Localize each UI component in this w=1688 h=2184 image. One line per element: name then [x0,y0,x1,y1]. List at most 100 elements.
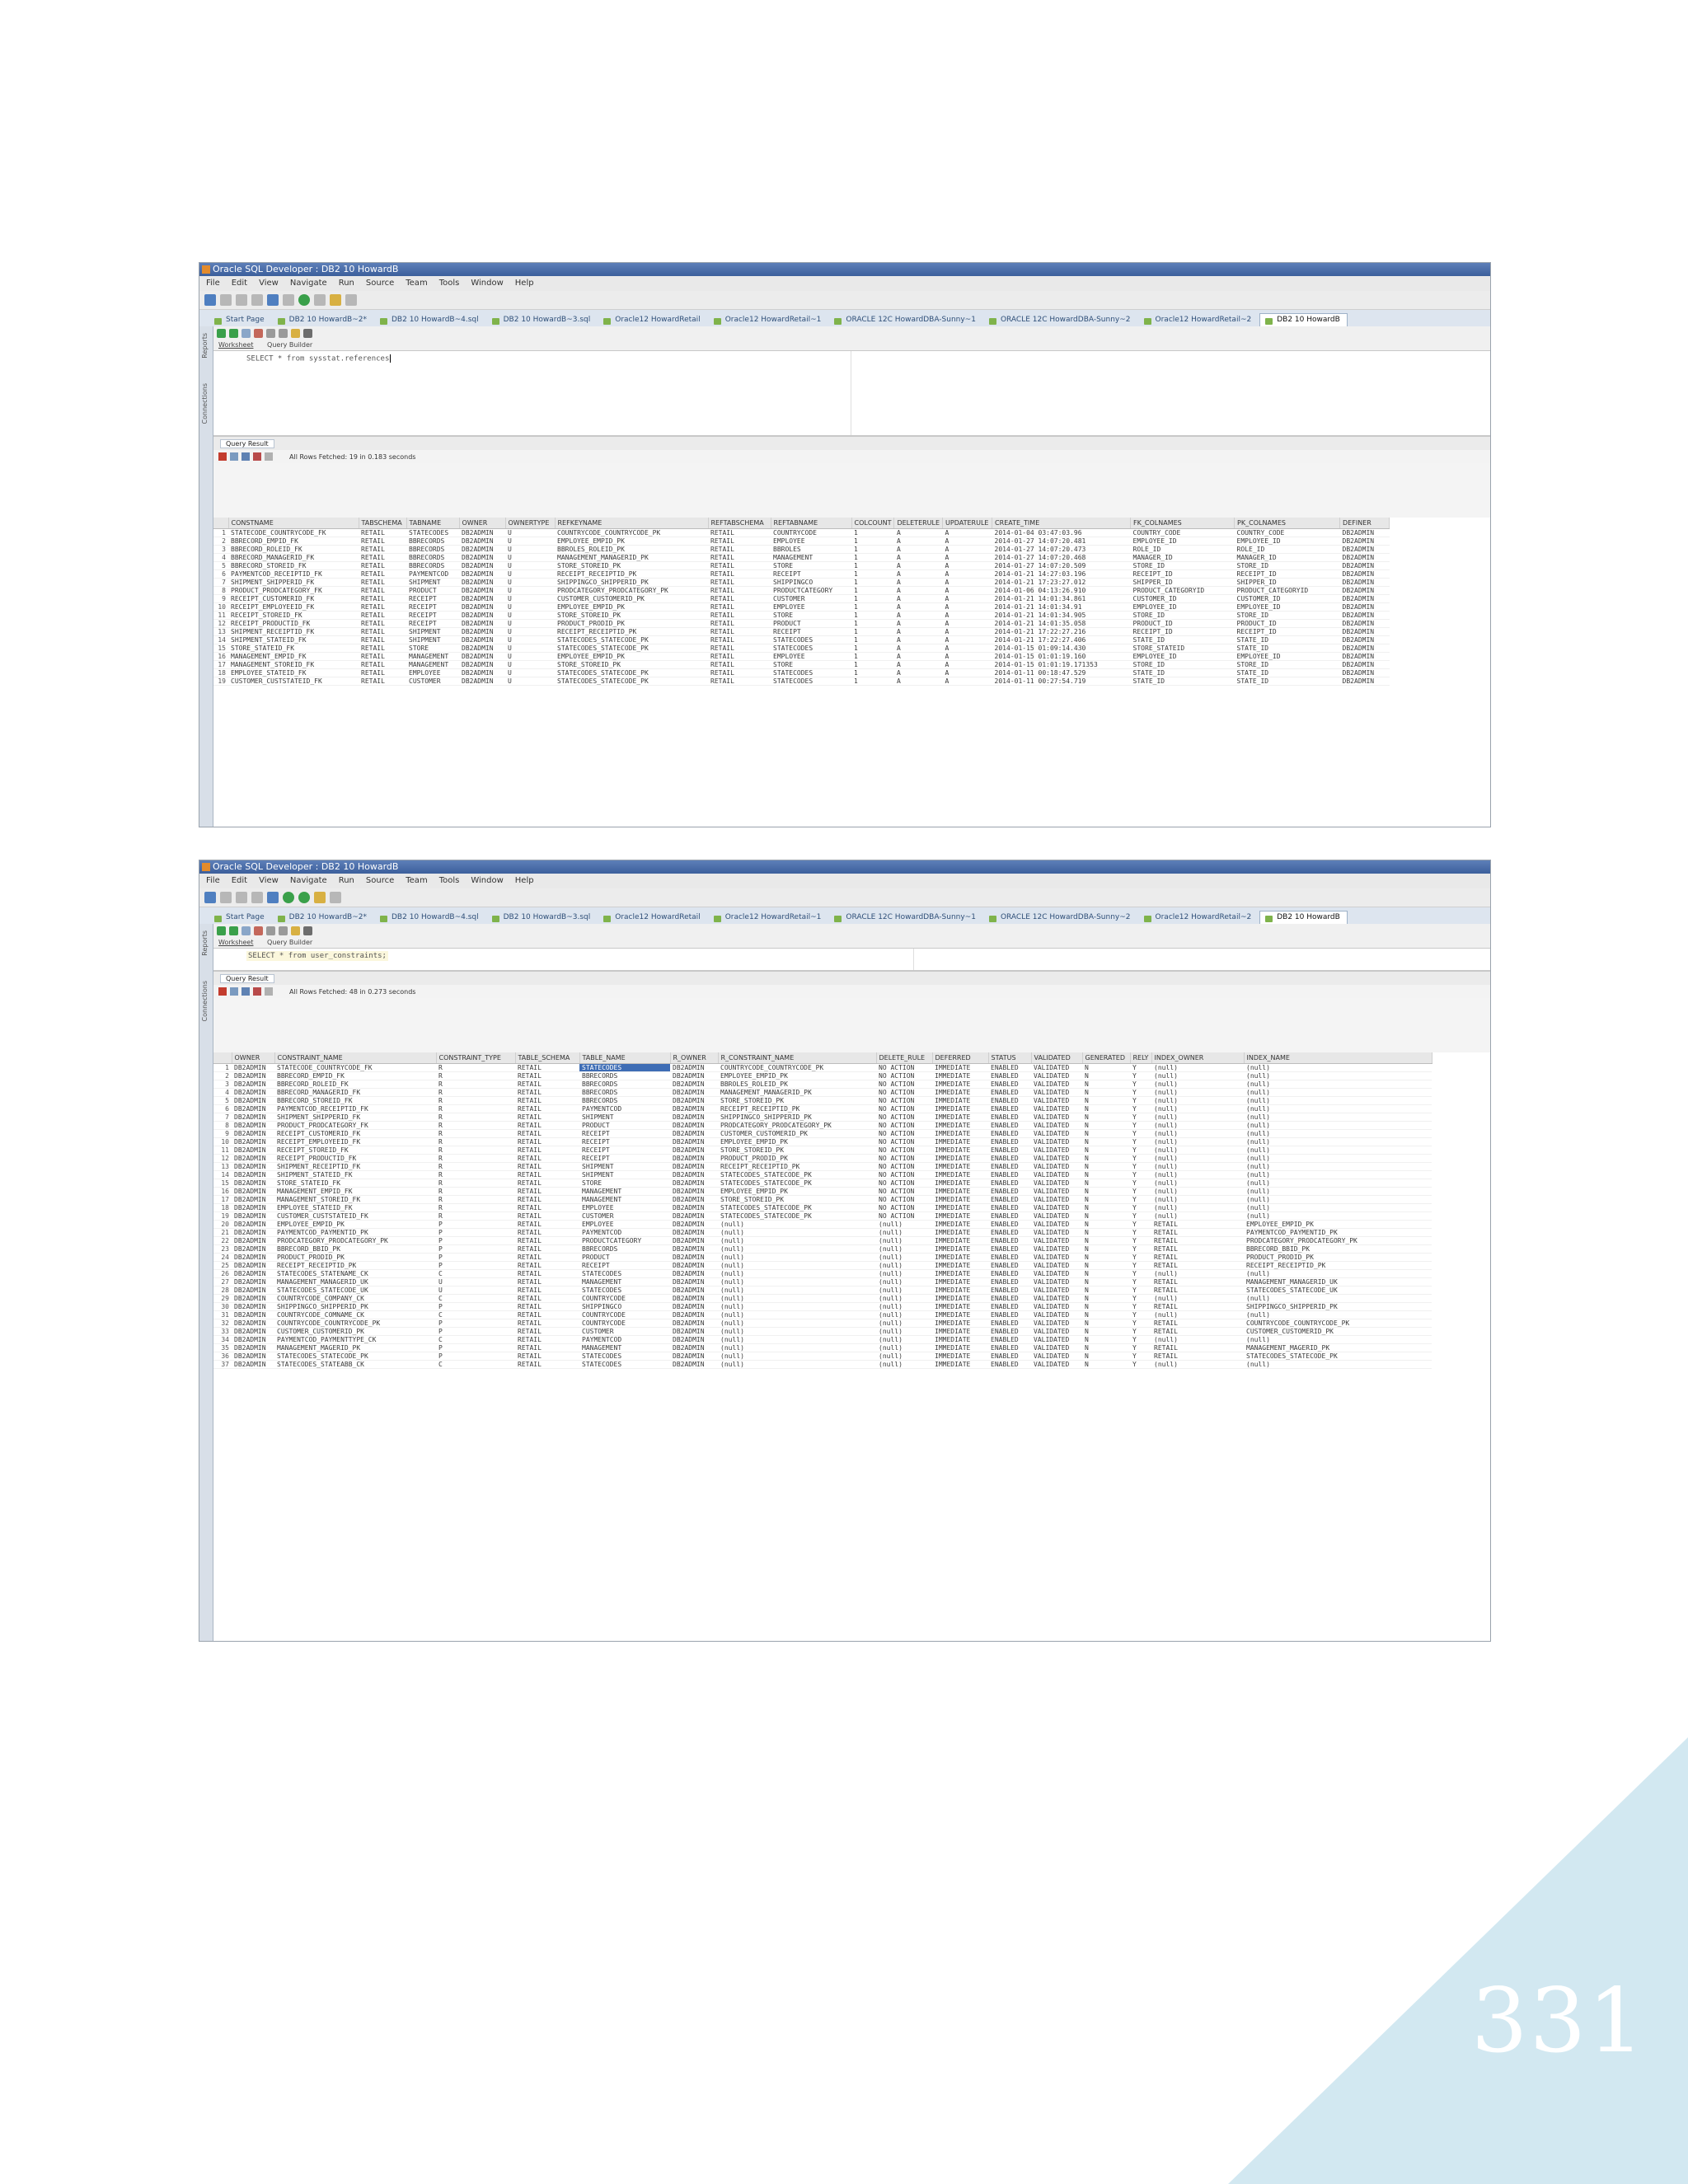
column-header[interactable]: REFTABSCHEMA [708,518,771,529]
table-row[interactable]: 24 DB2ADMIN PRODUCT_PRODID_PK P RETAIL PRODUC… [213,1253,1432,1262]
table-row[interactable]: 14 DB2ADMIN SHIPMENT_STATEID_FK R RETAIL SHIP… [213,1170,1432,1179]
document-tab[interactable]: Start Page [209,314,271,326]
menu-item[interactable]: Navigate [290,279,327,288]
table-row[interactable]: 19 CUSTOMER_CUSTSTATEID_FK RETAIL CUSTOMER D… [213,677,1390,686]
menu-item[interactable]: Tools [439,279,460,288]
table-row[interactable]: 12 RECEIPT_PRODUCTID_FK RETAIL RECEIPT DB2AD… [213,619,1390,628]
column-header[interactable]: INDEX_OWNER [1151,1052,1245,1064]
column-header[interactable]: RELY [1130,1052,1152,1064]
column-header[interactable]: DEFINER [1339,518,1390,529]
column-header[interactable]: VALIDATED [1031,1052,1083,1064]
pin-icon[interactable] [218,452,227,461]
table-row[interactable]: 35 DB2ADMIN MANAGEMENT_MAGERID_PK P RETAIL MA… [213,1343,1432,1352]
document-tab[interactable]: ORACLE 12C HowardDBA-Sunny~2 [984,314,1137,326]
table-row[interactable]: 1 DB2ADMIN STATECODE_COUNTRYCODE_FK R RETAIL… [213,1063,1432,1072]
menu-item[interactable]: Team [406,279,427,288]
menu-item[interactable]: Help [515,876,534,885]
table-row[interactable]: 13 DB2ADMIN SHIPMENT_RECEIPTID_FK R RETAIL SH… [213,1162,1432,1171]
run-icon[interactable] [298,294,310,306]
save-all-icon[interactable] [251,892,263,903]
column-header[interactable]: R_OWNER [670,1052,719,1064]
document-tab[interactable]: Start Page [209,912,271,924]
menu-item[interactable]: Source [366,876,394,885]
table-row[interactable]: 11 DB2ADMIN RECEIPT_STOREID_FK R RETAIL RECEI… [213,1146,1432,1155]
explain-plan-icon[interactable] [266,926,275,935]
table-row[interactable]: 37 DB2ADMIN STATECODES_STATEABB_CK C RETAIL S… [213,1360,1432,1369]
table-row[interactable]: 16 MANAGEMENT_EMPID_FK RETAIL MANAGEMENT DB2… [213,652,1390,661]
table-row[interactable]: 4 DB2ADMIN BBRECORD_MANAGERID_FK R RETAIL BBR… [213,1088,1432,1097]
menu-item[interactable]: Window [471,876,503,885]
rollback-icon[interactable] [254,328,263,338]
column-header[interactable]: FK_COLNAMES [1130,518,1236,529]
table-row[interactable]: 10 DB2ADMIN RECEIPT_EMPLOYEEID_FK R RETAIL RE… [213,1137,1432,1146]
side-label-connections[interactable]: Connections [201,383,209,424]
column-header[interactable]: CONSTRAINT_NAME [274,1052,437,1064]
document-tab[interactable]: Oracle12 HowardRetail [598,314,706,326]
delete-icon[interactable] [253,452,261,461]
table-row[interactable]: 19 DB2ADMIN CUSTOMER_CUSTSTATEID_FK R RETAIL… [213,1212,1432,1221]
table-row[interactable]: 25 DB2ADMIN RECEIPT_RECEIPTID_PK P RETAIL REC… [213,1261,1432,1270]
new-icon[interactable] [204,892,216,903]
table-row[interactable]: 15 DB2ADMIN STORE_STATEID_FK R RETAIL STORE DB… [213,1179,1432,1188]
menu-item[interactable]: File [206,279,220,288]
table-row[interactable]: 28 DB2ADMIN STATECODES_STATECODE_UK U RETAIL… [213,1286,1432,1295]
menu-item[interactable]: Team [406,876,427,885]
clear-icon[interactable] [291,926,300,935]
table-row[interactable]: 34 DB2ADMIN PAYMENTCOD_PAYMENTTYPE_CK C RETA… [213,1335,1432,1344]
tab-worksheet[interactable]: Worksheet [218,341,253,349]
menu-item[interactable]: File [206,876,220,885]
run-script-icon[interactable] [229,926,238,935]
column-header[interactable]: CREATE_TIME [992,518,1132,529]
rollback-icon[interactable] [254,926,263,935]
table-row[interactable]: 5 BBRECORD_STOREID_FK RETAIL BBRECORDS DB2AD… [213,561,1390,570]
column-header[interactable]: REFKEYNAME [555,518,709,529]
document-tab[interactable]: Oracle12 HowardRetail~2 [1139,912,1259,924]
column-header[interactable]: OWNER [459,518,506,529]
run-script-icon[interactable] [229,328,238,338]
table-row[interactable]: 18 EMPLOYEE_STATEID_FK RETAIL EMPLOYEE DB2AD… [213,668,1390,677]
table-row[interactable]: 2 DB2ADMIN BBRECORD_EMPID_FK R RETAIL BBRECOR… [213,1071,1432,1080]
document-tab[interactable]: ORACLE 12C HowardDBA-Sunny~1 [829,912,982,924]
explain-plan-icon[interactable] [266,328,275,338]
tab-query-result[interactable]: Query Result [220,973,274,983]
table-row[interactable]: 36 DB2ADMIN STATECODES_STATECODE_PK P RETAIL… [213,1352,1432,1361]
refresh-icon[interactable] [230,987,238,996]
column-header[interactable]: R_CONSTRAINT_NAME [718,1052,877,1064]
result-grid[interactable]: CONSTNAME TABSCHEMA TABNAME OWNER OWNERTYPE R… [213,518,1490,827]
document-tab[interactable]: Oracle12 HowardRetail [598,912,706,924]
table-row[interactable]: 32 DB2ADMIN COUNTRYCODE_COUNTRYCODE_PK P RET… [213,1319,1432,1328]
new-icon[interactable] [204,294,216,306]
table-row[interactable]: 6 PAYMENTCOD_RECEIPTID_FK RETAIL PAYMENTCOD… [213,569,1390,579]
table-row[interactable]: 2 BBRECORD_EMPID_FK RETAIL BBRECORDS DB2ADMI… [213,537,1390,546]
table-row[interactable]: 30 DB2ADMIN SHIPPINGCO_SHIPPERID_PK P RETAIL… [213,1302,1432,1311]
back-icon[interactable] [267,294,279,306]
migration-icon[interactable] [330,294,341,306]
commit-icon[interactable] [241,926,251,935]
table-row[interactable]: 15 STORE_STATEID_FK RETAIL STORE DB2ADMIN U ST… [213,644,1390,653]
column-header[interactable]: CONSTRAINT_TYPE [436,1052,516,1064]
column-header[interactable]: CONSTNAME [228,518,359,529]
run-icon[interactable] [283,892,294,903]
table-row[interactable]: 3 DB2ADMIN BBRECORD_ROLEID_FK R RETAIL BBRECO… [213,1080,1432,1089]
table-row[interactable]: 33 DB2ADMIN CUSTOMER_CUSTOMERID_PK P RETAIL C… [213,1327,1432,1336]
column-header[interactable]: TABSCHEMA [359,518,407,529]
column-header[interactable]: INDEX_NAME [1244,1052,1432,1064]
table-row[interactable]: 6 DB2ADMIN PAYMENTCOD_RECEIPTID_FK R RETAIL P… [213,1104,1432,1113]
table-row[interactable]: 14 SHIPMENT_STATEID_FK RETAIL SHIPMENT DB2AD… [213,635,1390,644]
side-label-reports[interactable]: Reports [201,333,209,359]
column-header[interactable]: UPDATERULE [942,518,993,529]
table-row[interactable]: 3 BBRECORD_ROLEID_FK RETAIL BBRECORDS DB2ADM… [213,545,1390,554]
document-tab[interactable]: DB2 10 HowardB~3.sql [487,912,598,924]
save-icon[interactable] [236,892,247,903]
table-row[interactable]: 9 RECEIPT_CUSTOMERID_FK RETAIL RECEIPT DB2AD… [213,594,1390,603]
table-row[interactable]: 8 DB2ADMIN PRODUCT_PRODCATEGORY_FK R RETAIL P… [213,1121,1432,1130]
sql-editor[interactable]: SELECT * from sysstat.references [213,350,1490,436]
table-row[interactable]: 23 DB2ADMIN BBRECORD_BBID_PK P RETAIL BBRECOR… [213,1244,1432,1254]
clear-icon[interactable] [291,328,300,338]
history-icon[interactable] [303,926,312,935]
menu-item[interactable]: Edit [232,876,247,885]
history-icon[interactable] [303,328,312,338]
open-icon[interactable] [220,294,232,306]
document-tab[interactable]: Oracle12 HowardRetail~1 [709,314,828,326]
table-row[interactable]: 1 STATECODE_COUNTRYCODE_FK RETAIL STATECODE… [213,528,1390,537]
